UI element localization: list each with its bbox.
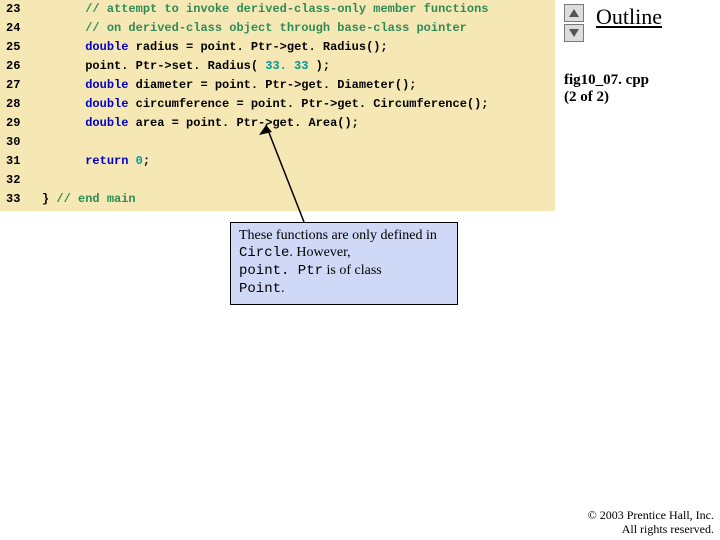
code-line: 33} // end main [0, 190, 555, 209]
outline-title: Outline [596, 4, 662, 30]
line-number: 23 [0, 0, 42, 19]
code-line: 29 double area = point. Ptr->get. Area()… [0, 114, 555, 133]
prev-button[interactable] [564, 4, 584, 22]
code-line: 23 // attempt to invoke derived-class-on… [0, 0, 555, 19]
code-text: double circumference = point. Ptr->get. … [42, 95, 555, 114]
code-text: double radius = point. Ptr->get. Radius(… [42, 38, 555, 57]
callout-code-point: Point [239, 281, 281, 297]
file-label: fig10_07. cpp (2 of 2) [564, 72, 714, 106]
copyright-line-1: © 2003 Prentice Hall, Inc. [588, 508, 714, 522]
callout-text: These functions are only defined in [239, 228, 437, 243]
line-number: 24 [0, 19, 42, 38]
code-line: 27 double diameter = point. Ptr->get. Di… [0, 76, 555, 95]
nav-buttons [564, 4, 584, 44]
line-number: 26 [0, 57, 42, 76]
line-number: 29 [0, 114, 42, 133]
line-number: 31 [0, 152, 42, 171]
code-text: // attempt to invoke derived-class-only … [42, 0, 555, 19]
line-number: 25 [0, 38, 42, 57]
code-text: point. Ptr->set. Radius( 33. 33 ); [42, 57, 555, 76]
side-panel: Outline fig10_07. cpp (2 of 2) [564, 2, 720, 106]
code-text: // on derived-class object through base-… [42, 19, 555, 38]
code-line: 24 // on derived-class object through ba… [0, 19, 555, 38]
chevron-down-icon [569, 29, 579, 37]
callout-text: . [281, 281, 285, 296]
code-text [42, 133, 555, 152]
callout-text: is of class [323, 263, 382, 278]
code-line: 26 point. Ptr->set. Radius( 33. 33 ); [0, 57, 555, 76]
code-text: double diameter = point. Ptr->get. Diame… [42, 76, 555, 95]
line-number: 27 [0, 76, 42, 95]
line-number: 32 [0, 171, 42, 190]
code-listing: 23 // attempt to invoke derived-class-on… [0, 0, 555, 211]
chevron-up-icon [569, 9, 579, 17]
code-line: 30 [0, 133, 555, 152]
code-text: } // end main [42, 190, 555, 209]
line-number: 30 [0, 133, 42, 152]
code-text: double area = point. Ptr->get. Area(); [42, 114, 555, 133]
copyright-line-2: All rights reserved. [588, 522, 714, 536]
code-line: 31 return 0; [0, 152, 555, 171]
callout-code-pointptr: point. Ptr [239, 263, 323, 279]
code-line: 25 double radius = point. Ptr->get. Radi… [0, 38, 555, 57]
annotation-callout: These functions are only defined in Circ… [230, 222, 458, 305]
code-line: 28 double circumference = point. Ptr->ge… [0, 95, 555, 114]
line-number: 33 [0, 190, 42, 209]
line-number: 28 [0, 95, 42, 114]
callout-text: . However, [289, 245, 350, 260]
code-line: 32 [0, 171, 555, 190]
code-text [42, 171, 555, 190]
next-button[interactable] [564, 24, 584, 42]
callout-code-circle: Circle [239, 245, 289, 261]
copyright-notice: © 2003 Prentice Hall, Inc. All rights re… [588, 508, 714, 536]
code-text: return 0; [42, 152, 555, 171]
page-indicator: (2 of 2) [564, 89, 609, 105]
file-name: fig10_07. cpp [564, 72, 649, 88]
